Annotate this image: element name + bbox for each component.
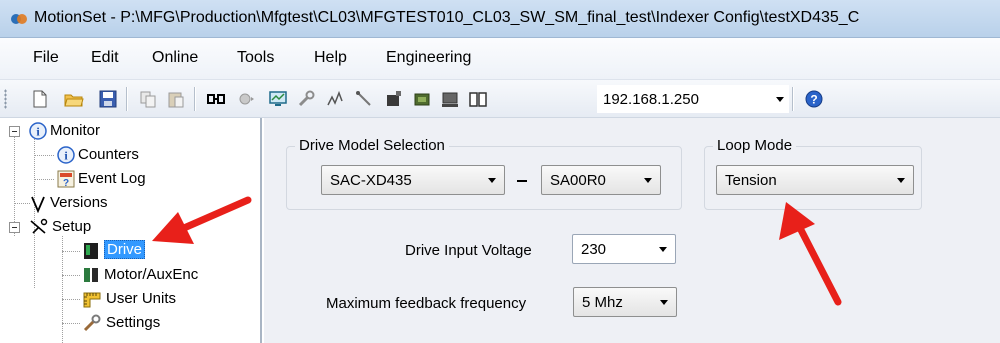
drive-variant-value: SA00R0 [550, 172, 606, 189]
tree-label-motor-auxenc: Motor/AuxEnc [104, 266, 199, 283]
navigation-tree: i Monitor i Counters ? Event Log Version… [0, 118, 262, 343]
loop-mode-group: Loop Mode Tension [704, 137, 922, 210]
disconnect-icon[interactable] [236, 89, 256, 109]
wrench-icon [83, 314, 101, 332]
svg-text:?: ? [63, 178, 69, 189]
chip-icon[interactable] [412, 89, 432, 109]
chevron-down-icon[interactable] [659, 247, 667, 252]
tree-connector [62, 275, 80, 276]
connect-icon[interactable] [206, 89, 226, 109]
drive-model-group: Drive Model Selection SAC-XD435 SA00R0 [286, 137, 682, 210]
menu-edit[interactable]: Edit [91, 49, 119, 67]
max-feedback-frequency-select[interactable]: 5 Mhz [573, 287, 677, 317]
model-separator-dash [517, 180, 527, 182]
wave-icon[interactable] [326, 89, 346, 109]
tree-label-user-units: User Units [106, 290, 177, 307]
chevron-down-icon[interactable] [897, 178, 905, 183]
new-file-icon[interactable] [30, 89, 50, 109]
drive-icon[interactable] [440, 89, 460, 109]
menu-bar: File Edit Online Tools Help Engineering [0, 38, 1000, 80]
tree-label-settings: Settings [106, 314, 161, 331]
probe-icon[interactable] [354, 89, 374, 109]
paste-icon[interactable] [166, 89, 186, 109]
drive-input-voltage-value: 230 [581, 241, 607, 258]
drive-model-select[interactable]: SAC-XD435 [321, 165, 505, 195]
menu-help[interactable]: Help [314, 49, 347, 67]
menu-online[interactable]: Online [152, 49, 198, 67]
menu-tools[interactable]: Tools [237, 49, 274, 67]
help-icon[interactable]: ? [804, 89, 824, 109]
toolbar-separator [126, 87, 127, 111]
drive-input-voltage-select[interactable]: 230 [572, 234, 676, 264]
copy-icon[interactable] [138, 89, 158, 109]
max-feedback-frequency-label: Maximum feedback frequency [326, 295, 527, 312]
drive-model-value: SAC-XD435 [330, 172, 412, 189]
info-icon: i [57, 146, 75, 164]
tree-label-drive: Drive [104, 240, 146, 259]
toolbar: ? [0, 80, 1000, 118]
svg-text:?: ? [810, 93, 817, 107]
drive-model-group-title: Drive Model Selection [295, 137, 449, 154]
tree-label-counters: Counters [78, 146, 139, 163]
wrench-icon[interactable] [296, 89, 316, 109]
tree-connector [34, 155, 54, 156]
ip-address-combo[interactable]: 192.168.1.250 [597, 85, 789, 113]
monitor-icon[interactable] [268, 89, 288, 109]
tree-connector [34, 179, 54, 180]
window-title: MotionSet - P:\MFG\Production\Mfgtest\CL… [34, 9, 860, 26]
tree-label-event-log: Event Log [78, 170, 146, 187]
loop-mode-select[interactable]: Tension [716, 165, 914, 195]
drive-input-voltage-label: Drive Input Voltage [405, 242, 532, 259]
event-log-icon: ? [57, 170, 75, 189]
drive-icon [84, 243, 98, 259]
flag-icon[interactable] [384, 89, 404, 109]
tree-connector [62, 236, 63, 343]
chevron-down-icon[interactable] [776, 97, 784, 102]
tree-connector [62, 323, 80, 324]
ip-address-value: 192.168.1.250 [603, 91, 699, 108]
save-icon[interactable] [98, 89, 118, 109]
toolbar-separator [792, 87, 793, 111]
title-bar: MotionSet - P:\MFG\Production\Mfgtest\CL… [0, 0, 1000, 38]
info-icon: i [29, 122, 47, 140]
loop-mode-group-title: Loop Mode [713, 137, 797, 154]
chevron-down-icon[interactable] [660, 300, 668, 305]
loop-mode-value: Tension [725, 172, 777, 189]
drive-variant-select[interactable]: SA00R0 [541, 165, 661, 195]
tree-connector [14, 203, 30, 204]
setup-tools-icon [30, 218, 48, 234]
book-icon[interactable] [468, 89, 488, 109]
motor-icon [84, 268, 98, 282]
tree-connector [14, 136, 15, 236]
max-feedback-frequency-value: 5 Mhz [582, 294, 623, 311]
tree-connector [62, 299, 80, 300]
chevron-down-icon[interactable] [644, 178, 652, 183]
tree-label-versions: Versions [50, 194, 108, 211]
chevron-down-icon[interactable] [488, 178, 496, 183]
tree-connector [62, 251, 80, 252]
toolbar-separator [194, 87, 195, 111]
open-folder-icon[interactable] [64, 89, 84, 109]
menu-engineering[interactable]: Engineering [386, 49, 471, 67]
ruler-icon [83, 292, 101, 308]
tree-label-monitor: Monitor [50, 122, 101, 139]
app-logo-icon [11, 14, 27, 24]
toolbar-grip[interactable] [4, 89, 7, 109]
menu-file[interactable]: File [33, 49, 59, 67]
collapse-setup-toggle[interactable] [9, 222, 20, 233]
collapse-monitor-toggle[interactable] [9, 126, 20, 137]
drive-settings-panel: Drive Model Selection SAC-XD435 SA00R0 L… [264, 118, 1000, 343]
versions-icon [31, 196, 45, 213]
tree-label-setup: Setup [52, 218, 92, 235]
